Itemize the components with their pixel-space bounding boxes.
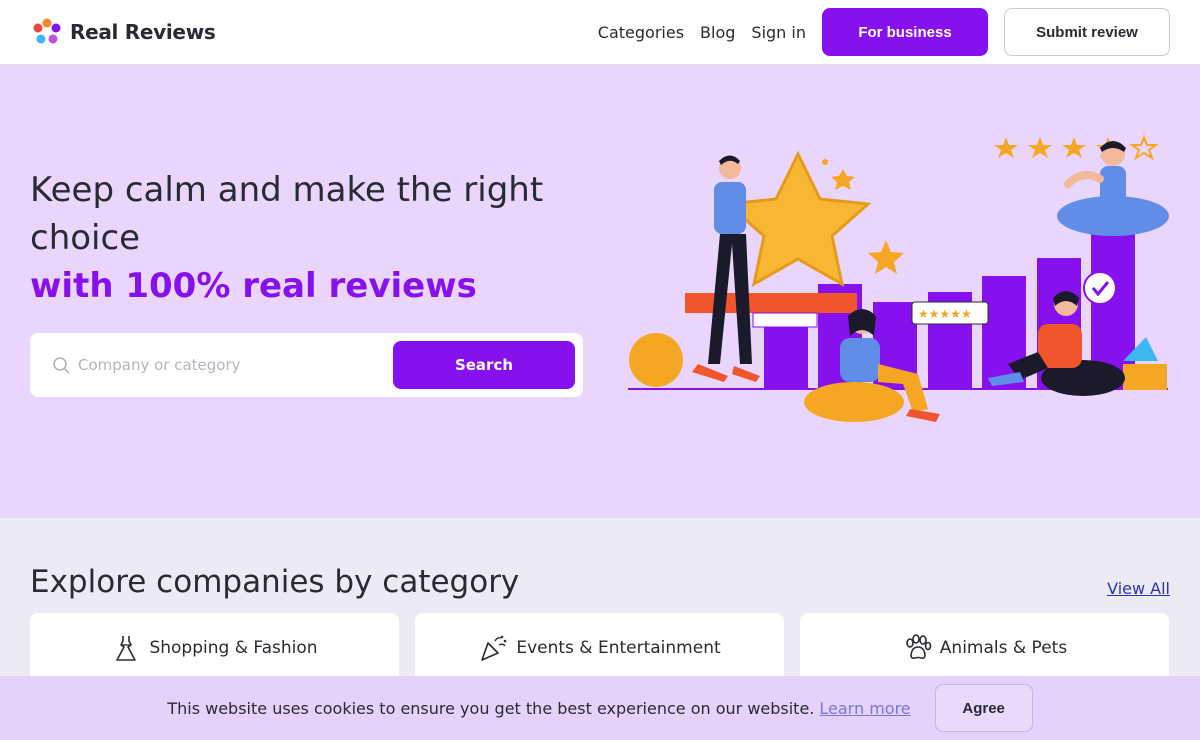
cookie-message: This website uses cookies to ensure you … (167, 698, 815, 718)
search-icon (53, 357, 70, 374)
logo[interactable]: Real Reviews (30, 15, 216, 49)
view-all-link[interactable]: View All (1107, 579, 1170, 598)
hero-title-accent: with 100% real reviews (30, 266, 477, 306)
search-bar: Search (30, 333, 583, 397)
search-input[interactable] (78, 356, 393, 374)
categories-title: Explore companies by category (30, 564, 520, 600)
main-nav: Categories Blog Sign in For business Sub… (598, 8, 1170, 56)
logo-text: Real Reviews (70, 20, 216, 44)
dress-icon (116, 636, 137, 661)
hero-section: Keep calm and make the right choice with… (0, 64, 1200, 518)
svg-text:★★★★★: ★★★★★ (918, 307, 972, 321)
for-business-button[interactable]: For business (822, 8, 988, 56)
hero-title-line: Keep calm and make the right choice (30, 170, 544, 258)
nav-categories[interactable]: Categories (598, 23, 684, 42)
logo-icon (33, 18, 61, 44)
submit-review-button[interactable]: Submit review (1004, 8, 1170, 56)
learn-more-link[interactable]: Learn more (819, 699, 910, 718)
nav-blog[interactable]: Blog (700, 23, 735, 42)
hero-title: Keep calm and make the right choice with… (30, 166, 590, 310)
search-button[interactable]: Search (393, 341, 575, 389)
agree-button[interactable]: Agree (934, 684, 1033, 732)
nav-sign-in[interactable]: Sign in (751, 23, 806, 42)
paw-icon (905, 634, 932, 659)
site-header: Real Reviews Categories Blog Sign in For… (0, 0, 1200, 64)
hero-illustration: ★★★★★ (628, 134, 1169, 422)
party-popper-icon (481, 635, 507, 661)
cookie-text: This website uses cookies to ensure you … (167, 699, 910, 718)
cookie-banner: This website uses cookies to ensure you … (0, 676, 1200, 740)
